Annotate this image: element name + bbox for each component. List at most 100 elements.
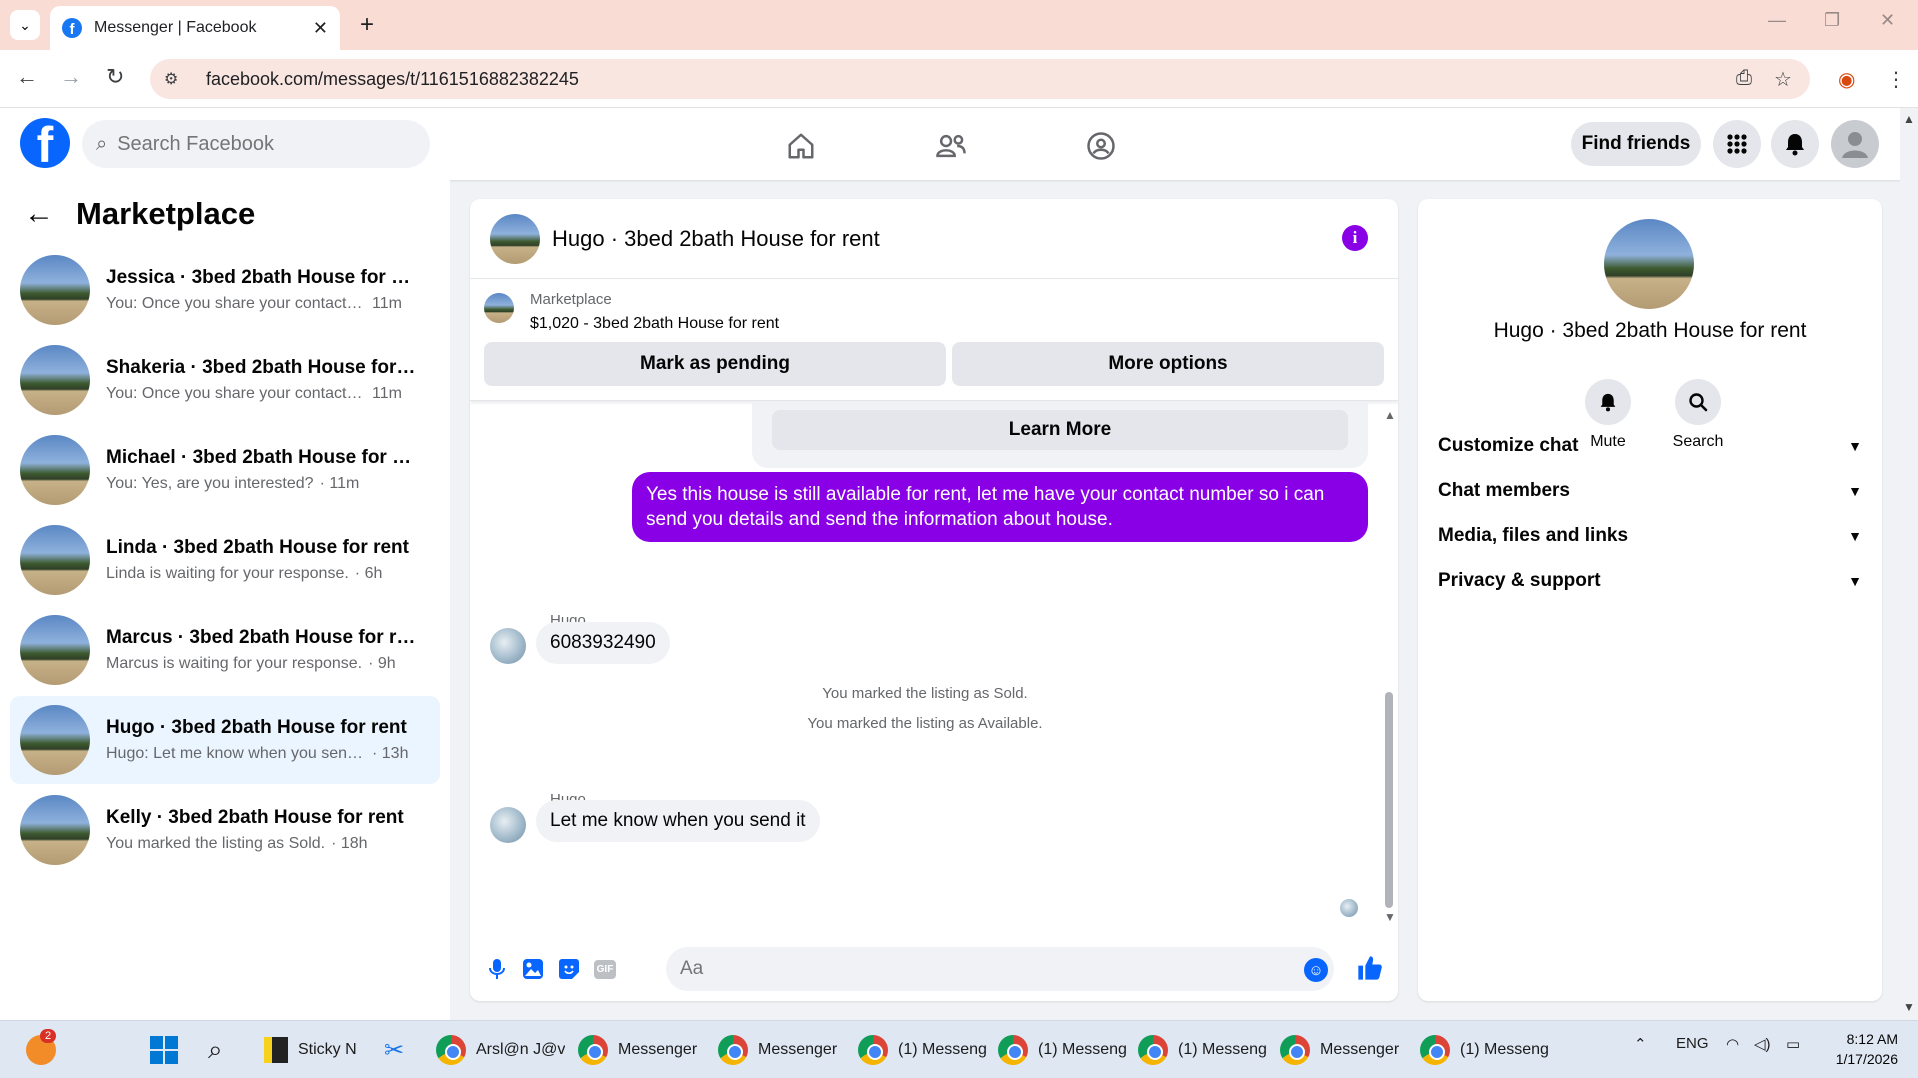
photo-icon[interactable] <box>520 956 546 982</box>
scrollbar-thumb[interactable] <box>1385 692 1393 908</box>
marketplace-header: ← Marketplace <box>24 196 255 232</box>
page-scrollbar[interactable]: ▲ ▼ <box>1900 108 1918 1020</box>
taskbar-search-icon[interactable]: ⌕ <box>208 1029 223 1071</box>
bookmark-star-icon[interactable]: ☆ <box>1774 67 1792 92</box>
scroll-up-icon[interactable]: ▲ <box>1903 112 1915 126</box>
reload-icon[interactable]: ↻ <box>106 64 124 90</box>
facebook-search[interactable]: ⌕ <box>82 120 430 168</box>
battery-icon[interactable]: ▭ <box>1786 1035 1800 1053</box>
new-tab-button[interactable]: + <box>352 10 382 40</box>
menu-grid-icon[interactable] <box>1713 120 1761 168</box>
weather-widget[interactable]: 2 <box>26 1029 57 1071</box>
gif-icon[interactable]: GIF <box>592 956 618 982</box>
show-hidden-icons-icon[interactable]: ⌃ <box>1634 1035 1647 1053</box>
more-options-button[interactable]: More options <box>952 342 1384 386</box>
sticker-icon[interactable] <box>556 956 582 982</box>
conversation-name: Marcus · 3bed 2bath House for rent <box>106 627 416 648</box>
taskbar-label: Arsl@n J@v <box>476 1041 566 1058</box>
weather-icon: 2 <box>26 1029 57 1065</box>
conversation-item[interactable]: Linda · 3bed 2bath House for rent Linda i… <box>10 516 440 604</box>
chat-members-section[interactable]: Chat members ▼ <box>1438 471 1862 511</box>
sender-avatar[interactable] <box>490 628 526 664</box>
window-close-icon[interactable]: ✕ <box>1880 10 1895 31</box>
house-thumbnail[interactable] <box>490 213 540 264</box>
taskbar-label: (1) Messeng <box>1178 1041 1267 1058</box>
listing-price[interactable]: $1,020 - 3bed 2bath House for rent <box>530 315 779 333</box>
restore-icon[interactable]: ❐ <box>1824 10 1840 31</box>
conversation-item[interactable]: Jessica · 3bed 2bath House for rent You: … <box>10 246 440 334</box>
conversation-preview: You: Once you share your contact n... <box>106 385 366 402</box>
mark-as-pending-button[interactable]: Mark as pending <box>484 342 946 386</box>
taskbar-chrome-window[interactable]: Messenger <box>578 1029 697 1071</box>
facebook-header: f ⌕ Find friends <box>0 108 1900 180</box>
taskbar-chrome-window[interactable]: Arsl@n J@v <box>436 1029 565 1071</box>
customize-chat-section[interactable]: Customize chat ▼ <box>1438 426 1862 466</box>
conversation-name: Linda · 3bed 2bath House for rent <box>106 537 409 558</box>
browser-tab[interactable]: f Messenger | Facebook ✕ <box>50 6 340 50</box>
url-text[interactable]: facebook.com/messages/t/1161516882382245 <box>206 69 579 90</box>
tab-search-dropdown[interactable]: ⌄ <box>10 10 40 40</box>
info-icon[interactable]: i <box>1342 225 1368 251</box>
thumbs-up-like-icon[interactable] <box>1356 954 1384 989</box>
sender-avatar[interactable] <box>490 807 526 843</box>
browser-menu-icon[interactable]: ⋮ <box>1886 67 1906 92</box>
conversation-preview: Marcus is waiting for your response. <box>106 655 363 672</box>
conversation-name: Kelly · 3bed 2bath House for rent <box>106 807 404 828</box>
taskbar-chrome-window[interactable]: (1) Messeng <box>998 1029 1127 1071</box>
conversation-preview: You marked the listing as Sold. <box>106 835 326 852</box>
scroll-down-icon[interactable]: ▼ <box>1384 910 1396 924</box>
home-icon[interactable] <box>781 126 821 166</box>
close-tab-icon[interactable]: ✕ <box>313 18 328 39</box>
search-icon <box>1675 379 1721 425</box>
house-thumbnail <box>20 525 90 595</box>
clock[interactable]: 8:12 AM 1/17/2026 <box>1828 1029 1898 1069</box>
back-arrow-icon[interactable]: ← <box>24 197 54 231</box>
groups-icon[interactable] <box>1081 126 1121 166</box>
search-input[interactable] <box>117 132 398 156</box>
microphone-icon[interactable] <box>484 956 510 982</box>
profile-icon[interactable]: ◉ <box>1838 67 1855 92</box>
chat-title[interactable]: Hugo · 3bed 2bath House for rent <box>552 226 880 252</box>
scroll-up-icon[interactable]: ▲ <box>1384 408 1396 422</box>
chat-avatar-large[interactable] <box>1604 219 1694 309</box>
omnibox[interactable]: ⚙ facebook.com/messages/t/11615168823822… <box>150 59 1810 99</box>
conversation-item[interactable]: Marcus · 3bed 2bath House for rent Marcus… <box>10 606 440 694</box>
language-indicator[interactable]: ENG <box>1676 1035 1709 1052</box>
taskbar-chrome-window[interactable]: Messenger <box>1280 1029 1399 1071</box>
incoming-message: 6083932490 <box>536 622 670 664</box>
taskbar-chrome-window[interactable]: (1) Messeng <box>1138 1029 1267 1071</box>
forward-icon[interactable]: → <box>60 64 82 90</box>
back-icon[interactable]: ← <box>16 64 38 90</box>
scroll-down-icon[interactable]: ▼ <box>1903 1000 1915 1014</box>
learn-more-button[interactable]: Learn More <box>772 410 1348 450</box>
account-avatar[interactable] <box>1831 120 1879 168</box>
taskbar-chrome-window[interactable]: (1) Messeng <box>1420 1029 1549 1071</box>
volume-icon[interactable]: ◁) <box>1754 1035 1771 1053</box>
conversation-item[interactable]: Kelly · 3bed 2bath House for rent You mar… <box>10 786 440 874</box>
wifi-icon[interactable]: ◠ <box>1726 1035 1739 1053</box>
listing-thumbnail <box>484 293 514 323</box>
emoji-icon[interactable]: ☺ <box>1304 958 1328 982</box>
media-files-links-section[interactable]: Media, files and links ▼ <box>1438 516 1862 556</box>
find-friends-button[interactable]: Find friends <box>1571 122 1701 166</box>
facebook-logo-icon[interactable]: f <box>20 118 70 168</box>
conversation-item-active[interactable]: Hugo · 3bed 2bath House for rent Hugo: Le… <box>10 696 440 784</box>
minimize-icon[interactable]: — <box>1768 10 1786 31</box>
notifications-bell-icon[interactable] <box>1771 120 1819 168</box>
conversation-item[interactable]: Shakeria · 3bed 2bath House for re... You… <box>10 336 440 424</box>
house-thumbnail <box>20 255 90 325</box>
message-input[interactable] <box>666 947 1334 991</box>
taskbar-chrome-window[interactable]: (1) Messeng <box>858 1029 987 1071</box>
taskbar-sticky-notes[interactable]: Sticky N <box>264 1029 357 1071</box>
chrome-icon <box>1138 1035 1168 1065</box>
taskbar-chrome-window[interactable]: Messenger <box>718 1029 837 1071</box>
section-label: Customize chat <box>1438 435 1579 456</box>
friends-icon[interactable] <box>931 126 971 166</box>
install-app-icon[interactable]: ⎙ <box>1736 67 1752 90</box>
privacy-support-section[interactable]: Privacy & support ▼ <box>1438 561 1862 601</box>
message-scrollbar[interactable]: ▲ ▼ <box>1382 402 1396 934</box>
conversation-item[interactable]: Michael · 3bed 2bath House for rent You: … <box>10 426 440 514</box>
start-button[interactable] <box>150 1029 178 1071</box>
site-info-icon[interactable]: ⚙ <box>164 69 188 89</box>
snipping-tool-icon[interactable]: ✂ <box>384 1029 404 1071</box>
